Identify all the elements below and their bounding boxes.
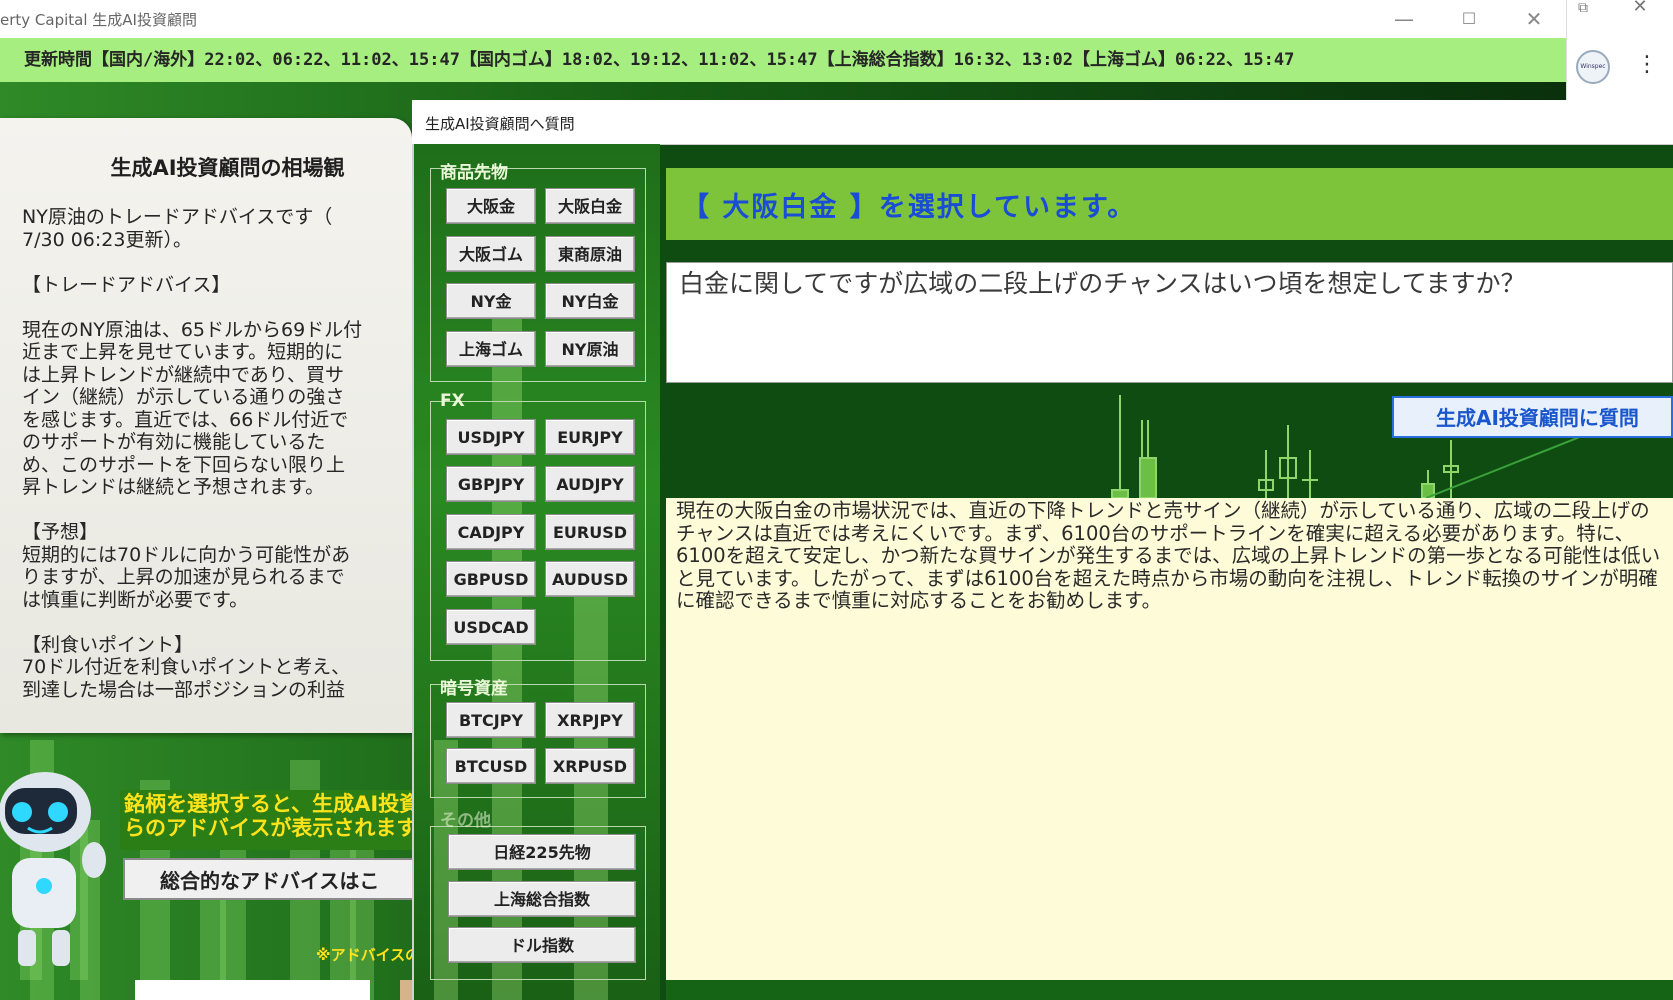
instrument-button[interactable]: 大阪白金 xyxy=(545,188,635,224)
advice-text: NY原油のトレードアドバイスです（ 7/30 06:23更新）。 【トレードアド… xyxy=(22,206,363,701)
update-times-banner: 更新時間【国内/海外】22:02、06:22、11:02、15:47【国内ゴム】… xyxy=(0,38,1566,82)
group-label-fx: FX xyxy=(440,391,465,411)
instrument-button[interactable]: 大阪ゴム xyxy=(446,236,536,272)
instrument-button[interactable]: NY原油 xyxy=(545,331,635,367)
instrument-button[interactable]: NY白金 xyxy=(545,283,635,319)
group-label-commodities: 商品先物 xyxy=(440,163,508,183)
minimize-icon[interactable]: — xyxy=(1383,4,1425,34)
advice-note: ※アドバイスの xyxy=(316,946,421,964)
instrument-button[interactable]: GBPUSD xyxy=(446,561,536,597)
instrument-button[interactable]: AUDUSD xyxy=(545,561,635,597)
hint-line-1: 銘柄を選択すると、生成AI投資 xyxy=(124,792,421,816)
window-titlebar xyxy=(0,0,1566,38)
ask-advisor-button[interactable]: 生成AI投資顧問に質問 xyxy=(1392,396,1673,438)
maximize-icon[interactable]: ☐ xyxy=(1448,4,1490,34)
instrument-button[interactable]: GBPJPY xyxy=(446,466,536,502)
update-times-text: 更新時間【国内/海外】22:02、06:22、11:02、15:47【国内ゴム】… xyxy=(24,50,1295,70)
selected-instrument-text: 【 大阪白金 】を選択しています。 xyxy=(682,192,1137,223)
avatar[interactable]: Winspec xyxy=(1576,50,1610,84)
instrument-button[interactable]: BTCJPY xyxy=(446,702,536,738)
instrument-button[interactable]: USDJPY xyxy=(446,419,536,455)
dialog-bottom-strip xyxy=(666,980,1673,1000)
instrument-button[interactable]: 上海ゴム xyxy=(446,331,536,367)
instrument-button[interactable]: NY金 xyxy=(446,283,536,319)
dialog-titlebar xyxy=(412,100,1673,145)
window-title: erty Capital 生成AI投資顧問 xyxy=(0,11,197,29)
group-label-crypto: 暗号資産 xyxy=(440,679,508,699)
answer-text: 現在の大阪白金の市場状況では、直近の下降トレンドと売サイン（継続）が示している通… xyxy=(676,499,1661,612)
question-text[interactable]: 白金に関してですが広域の二段上げのチャンスはいつ頃を想定してますか？ xyxy=(679,264,1526,300)
taskbar-fragment xyxy=(135,980,370,1000)
instrument-button[interactable]: XRPJPY xyxy=(545,702,635,738)
more-menu-icon[interactable]: ⋮ xyxy=(1636,50,1658,80)
group-label-other: その他 xyxy=(440,811,491,831)
instrument-button[interactable]: USDCAD xyxy=(446,609,536,645)
dialog-title: 生成AI投資顧問へ質問 xyxy=(425,115,575,133)
restore-icon[interactable]: ⧉ xyxy=(1573,0,1593,16)
instrument-button[interactable]: 日経225先物 xyxy=(448,834,636,870)
instrument-button[interactable]: 大阪金 xyxy=(446,188,536,224)
panel-title: 生成AI投資顧問の相場観 xyxy=(110,156,345,180)
hint-line-2: らのアドバイスが表示されます。 xyxy=(124,816,424,840)
instrument-button[interactable]: AUDJPY xyxy=(545,466,635,502)
robot-mascot-icon xyxy=(0,772,106,966)
close-icon[interactable]: ✕ xyxy=(1625,0,1655,16)
instrument-button[interactable]: XRPUSD xyxy=(545,748,635,784)
instrument-button[interactable]: EURUSD xyxy=(545,514,635,550)
instrument-button[interactable]: 東商原油 xyxy=(545,236,635,272)
instrument-button[interactable]: EURJPY xyxy=(545,419,635,455)
hint-message: 銘柄を選択すると、生成AI投資 らのアドバイスが表示されます。 xyxy=(120,790,424,850)
instrument-button[interactable]: 上海総合指数 xyxy=(448,881,636,917)
close-icon[interactable]: ✕ xyxy=(1513,4,1555,34)
instrument-button[interactable]: CADJPY xyxy=(446,514,536,550)
instrument-button[interactable]: ドル指数 xyxy=(448,927,636,963)
instrument-button[interactable]: BTCUSD xyxy=(446,748,536,784)
overall-advice-button[interactable]: 総合的なアドバイスはこ xyxy=(123,858,423,900)
